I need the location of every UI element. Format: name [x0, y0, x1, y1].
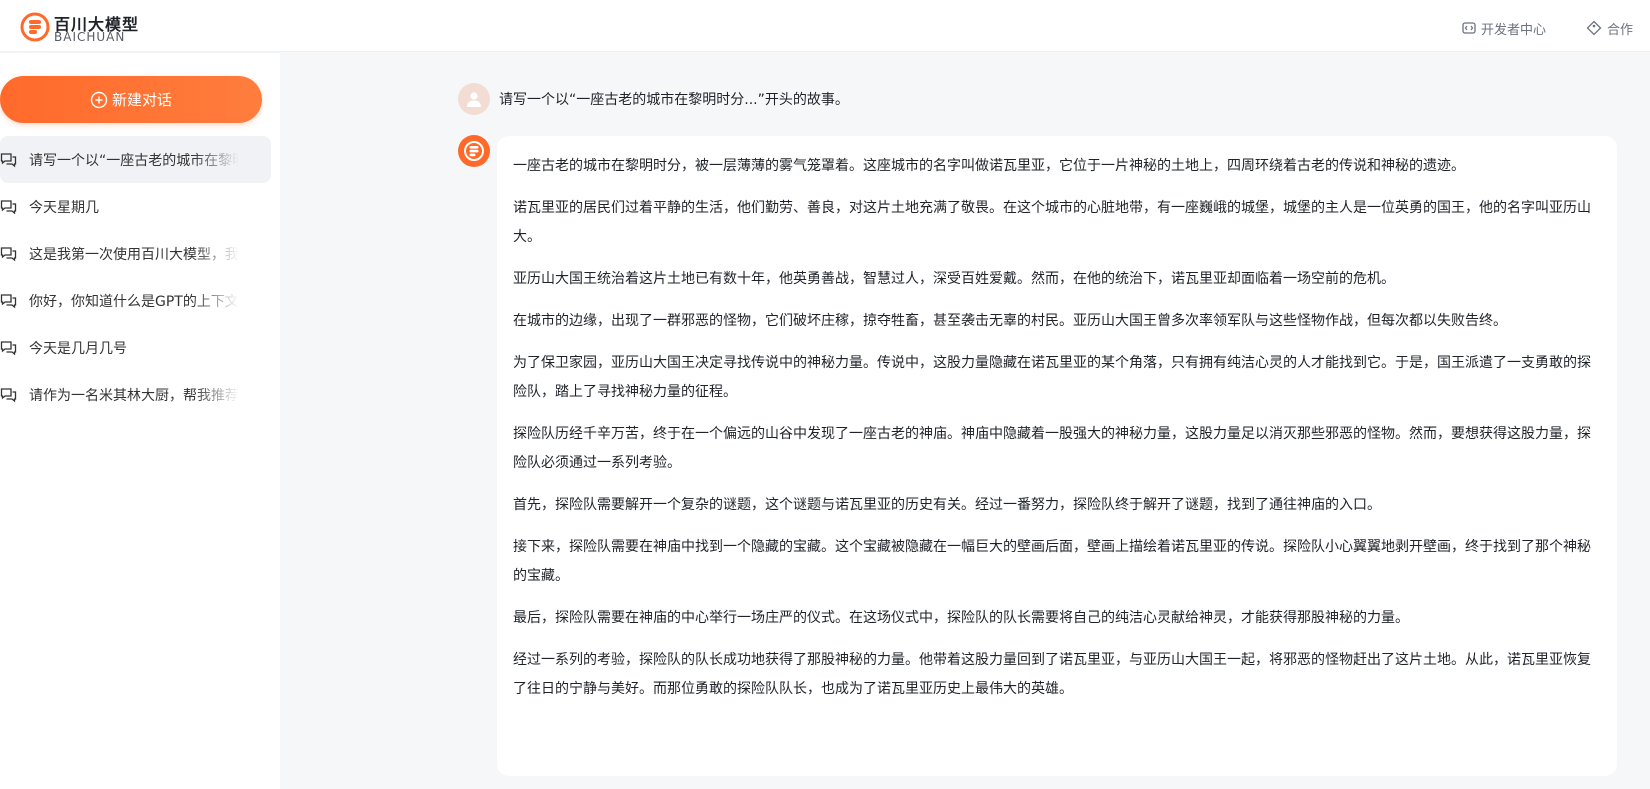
- user-message-text: 请写一个以“一座古老的城市在黎明时分...”开头的故事。: [499, 92, 849, 108]
- chat-bubble-icon: [0, 199, 17, 214]
- cooperation-label: 合作: [1607, 22, 1634, 38]
- answer-paragraph: 经过一系列的考验，探险队的队长成功地获得了那股神秘的力量。他带着这股力量回到了诺…: [513, 652, 1591, 697]
- cooperation-link[interactable]: 合作: [1586, 18, 1633, 38]
- chat-bubble-icon: [0, 293, 17, 308]
- answer-paragraph: 在城市的边缘，出现了一群邪恶的怪物，它们破坏庄稼，掠夺牲畜，甚至袭击无辜的村民。…: [513, 313, 1507, 329]
- chat-bubble-icon: [0, 246, 17, 261]
- diamond-tag-icon: [1586, 20, 1602, 36]
- baichuan-logo[interactable]: 百川大模型 BAICHUAN: [20, 10, 150, 44]
- answer-paragraph: 诺瓦里亚的居民们过着平静的生活，他们勤劳、善良，对这片土地充满了敬畏。在这个城市…: [513, 200, 1591, 245]
- developer-center-link[interactable]: 开发者中心: [1462, 18, 1546, 38]
- answer-paragraph: 一座古老的城市在黎明时分，被一层薄薄的雾气笼罩着。这座城市的名字叫做诺瓦里亚，它…: [513, 158, 1465, 174]
- history-item[interactable]: 今天星期几: [0, 183, 271, 230]
- history-item[interactable]: 请作为一名米其林大厨，帮我推荐: [0, 371, 271, 418]
- answer-paragraph: 亚历山大国王统治着这片土地已有数十年，他英勇善战，智慧过人，深受百姓爱戴。然而，…: [513, 271, 1395, 287]
- user-avatar: [458, 83, 490, 115]
- bot-answer-card: 一座古老的城市在黎明时分，被一层薄薄的雾气笼罩着。这座城市的名字叫做诺瓦里亚，它…: [497, 136, 1617, 776]
- answer-paragraph: 首先，探险队需要解开一个复杂的谜题，这个谜题与诺瓦里亚的历史有关。经过一番努力，…: [513, 497, 1381, 513]
- chat-bubble-icon: [0, 340, 17, 355]
- conversation-area: 请写一个以“一座古老的城市在黎明时分...”开头的故事。 一座古老的城市在黎明时…: [280, 53, 1650, 789]
- user-silhouette-icon: [467, 92, 481, 107]
- history-item[interactable]: 这是我第一次使用百川大模型，我: [0, 230, 271, 277]
- answer-paragraph: 探险队历经千辛万苦，终于在一个偏远的山谷中发现了一座古老的神庙。神庙中隐藏着一股…: [513, 426, 1591, 471]
- new-chat-label: 新建对话: [111, 91, 172, 109]
- plus-circle-icon: [90, 91, 108, 108]
- history-item-label: 请写一个以“一座古老的城市在黎明时分...”开头的故事。: [29, 152, 239, 169]
- baichuan-bot-icon: [464, 141, 484, 161]
- answer-paragraph: 为了保卫家园，亚历山大国王决定寻找传说中的神秘力量。传说中，这股力量隐藏在诺瓦里…: [513, 355, 1591, 400]
- code-window-icon: [1462, 22, 1476, 34]
- sidebar: 新建对话 请写一个以“一座古老的城市在黎明时分...”开头的故事。 今天星期几 …: [0, 53, 280, 789]
- history-item-label: 你好，你知道什么是GPT的上下文: [29, 293, 239, 310]
- chat-bubble-icon: [0, 387, 17, 402]
- user-message: 请写一个以“一座古老的城市在黎明时分...”开头的故事。: [458, 83, 849, 115]
- top-bar: 百川大模型 BAICHUAN 开发者中心 合作: [0, 0, 1650, 52]
- chat-bubble-icon: [0, 152, 17, 167]
- history-item-label: 今天是几月几号: [29, 340, 127, 357]
- chat-history-list: 请写一个以“一座古老的城市在黎明时分...”开头的故事。 今天星期几 这是我第一…: [0, 136, 280, 418]
- developer-center-label: 开发者中心: [1481, 22, 1547, 38]
- history-item[interactable]: 你好，你知道什么是GPT的上下文: [0, 277, 271, 324]
- new-chat-button[interactable]: 新建对话: [0, 76, 262, 123]
- answer-paragraph: 接下来，探险队需要在神庙中找到一个隐藏的宝藏。这个宝藏被隐藏在一幅巨大的壁画后面…: [513, 539, 1591, 584]
- answer-paragraph: 最后，探险队需要在神庙的中心举行一场庄严的仪式。在这场仪式中，探险队的队长需要将…: [513, 610, 1409, 626]
- history-item-label: 今天星期几: [29, 199, 99, 216]
- logo-english-name: BAICHUAN: [54, 30, 126, 44]
- baichuan-logo-icon: [20, 12, 50, 42]
- bot-avatar: [458, 135, 490, 167]
- history-item[interactable]: 请写一个以“一座古老的城市在黎明时分...”开头的故事。: [0, 136, 271, 183]
- history-item-label: 这是我第一次使用百川大模型，我: [29, 246, 239, 263]
- history-item-label: 请作为一名米其林大厨，帮我推荐: [29, 387, 239, 404]
- history-item[interactable]: 今天是几月几号: [0, 324, 271, 371]
